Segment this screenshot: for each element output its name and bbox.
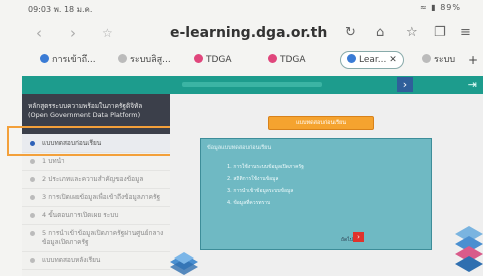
app-header: › ⇥ [22,76,483,94]
home-icon[interactable]: ⌂ [376,25,384,40]
panel-item: 1. การใช้งานระบบข้อมูลเปิดภาครัฐ [227,164,304,170]
exit-icon[interactable]: ⇥ [468,78,477,91]
tab-item-active[interactable]: Lear... ✕ [340,51,404,69]
panel-item: 4. ข้อมูลที่ควรทราบ [227,200,271,206]
course-sidebar: หลักสูตรระบบความพร้อมในภาครัฐดิจิทัล (Op… [22,94,170,276]
status-bar: 09:03 พ. 18 ม.ค. ≈ ▮ 89% [0,0,483,16]
pretest-button[interactable]: แบบทดสอบก่อนเรียน [268,116,374,130]
panel-title: ข้อมูลแบบทดสอบก่อนเรียน [207,145,272,151]
selection-highlight [7,126,173,156]
dot-icon [30,177,35,182]
reload-icon[interactable]: ↻ [345,25,356,40]
new-tab-button[interactable]: + [468,52,478,68]
tab-item[interactable]: ระบบ [422,52,455,68]
tab-item[interactable]: การเข้าถึ... [40,52,96,68]
back-icon[interactable]: ‹ [36,24,42,42]
dot-icon [30,213,35,218]
tab-item[interactable]: ระบบลิสู... [118,52,171,68]
next-label: ถัดไป [341,237,353,243]
tab-item[interactable]: TDGA [194,52,232,68]
tab-item[interactable]: TDGA [268,52,306,68]
url-text[interactable]: e-learning.dga.or.th [170,25,327,41]
next-arrow-icon[interactable]: › [397,77,413,92]
close-tab-icon[interactable]: ✕ [389,55,397,65]
sidebar-item-chapter[interactable]: 2 ประเภทและความสำคัญของข้อมูล [22,171,170,189]
status-indicators: ≈ ▮ 89% [420,3,461,12]
sidebar-item-chapter[interactable]: 3 การเปิดเผยข้อมูลเพื่อเข้าถึงข้อมูลภาคร… [22,189,170,207]
tab-favicon [40,54,49,63]
header-progress-strip [182,82,322,87]
tab-favicon [268,54,277,63]
bookmark-star-icon[interactable]: ☆ [102,26,113,40]
tab-favicon [194,54,203,63]
dot-icon [30,159,35,164]
status-time: 09:03 พ. 18 ม.ค. [28,5,93,14]
sidebar-item-chapter[interactable]: 5 การนำเข้าข้อมูลเปิดภาครัฐผ่านศูนย์กลาง… [22,225,170,252]
forward-icon[interactable]: › [70,24,76,42]
tab-bar: การเข้าถึ... ระบบลิสู... TDGA TDGA Lear.… [0,48,483,72]
dot-icon [30,258,35,263]
dot-icon [30,195,35,200]
tab-favicon [422,54,431,63]
panel-item: 3. การนำเข้าข้อมูลระบบข้อมูล [227,188,294,194]
decorative-layers-right [455,226,483,272]
sidebar-item-chapter[interactable]: 4 ขั้นตอนการเปิดเผย ระบบ [22,207,170,225]
menu-icon[interactable]: ≡ [460,25,471,40]
lesson-content: แบบทดสอบก่อนเรียน ข้อมูลแบบทดสอบก่อนเรีย… [170,94,483,276]
panel-item: 2. สถิติการใช้งานข้อมูล [227,176,279,182]
tab-favicon [347,54,356,63]
quiz-info-panel: ข้อมูลแบบทดสอบก่อนเรียน 1. การใช้งานระบบ… [200,138,432,250]
address-bar: ‹ › ☆ e-learning.dga.or.th ↻ ⌂ ☆ ❐ ≡ [0,18,483,48]
decorative-layers-left [170,252,198,275]
tab-favicon [118,54,127,63]
sidebar-item-posttest[interactable]: แบบทดสอบหลังเรียน [22,252,170,270]
dot-icon [30,231,35,236]
next-button[interactable]: › [353,232,364,242]
tabs-icon[interactable]: ❐ [434,25,446,40]
favorites-icon[interactable]: ☆ [406,25,418,40]
